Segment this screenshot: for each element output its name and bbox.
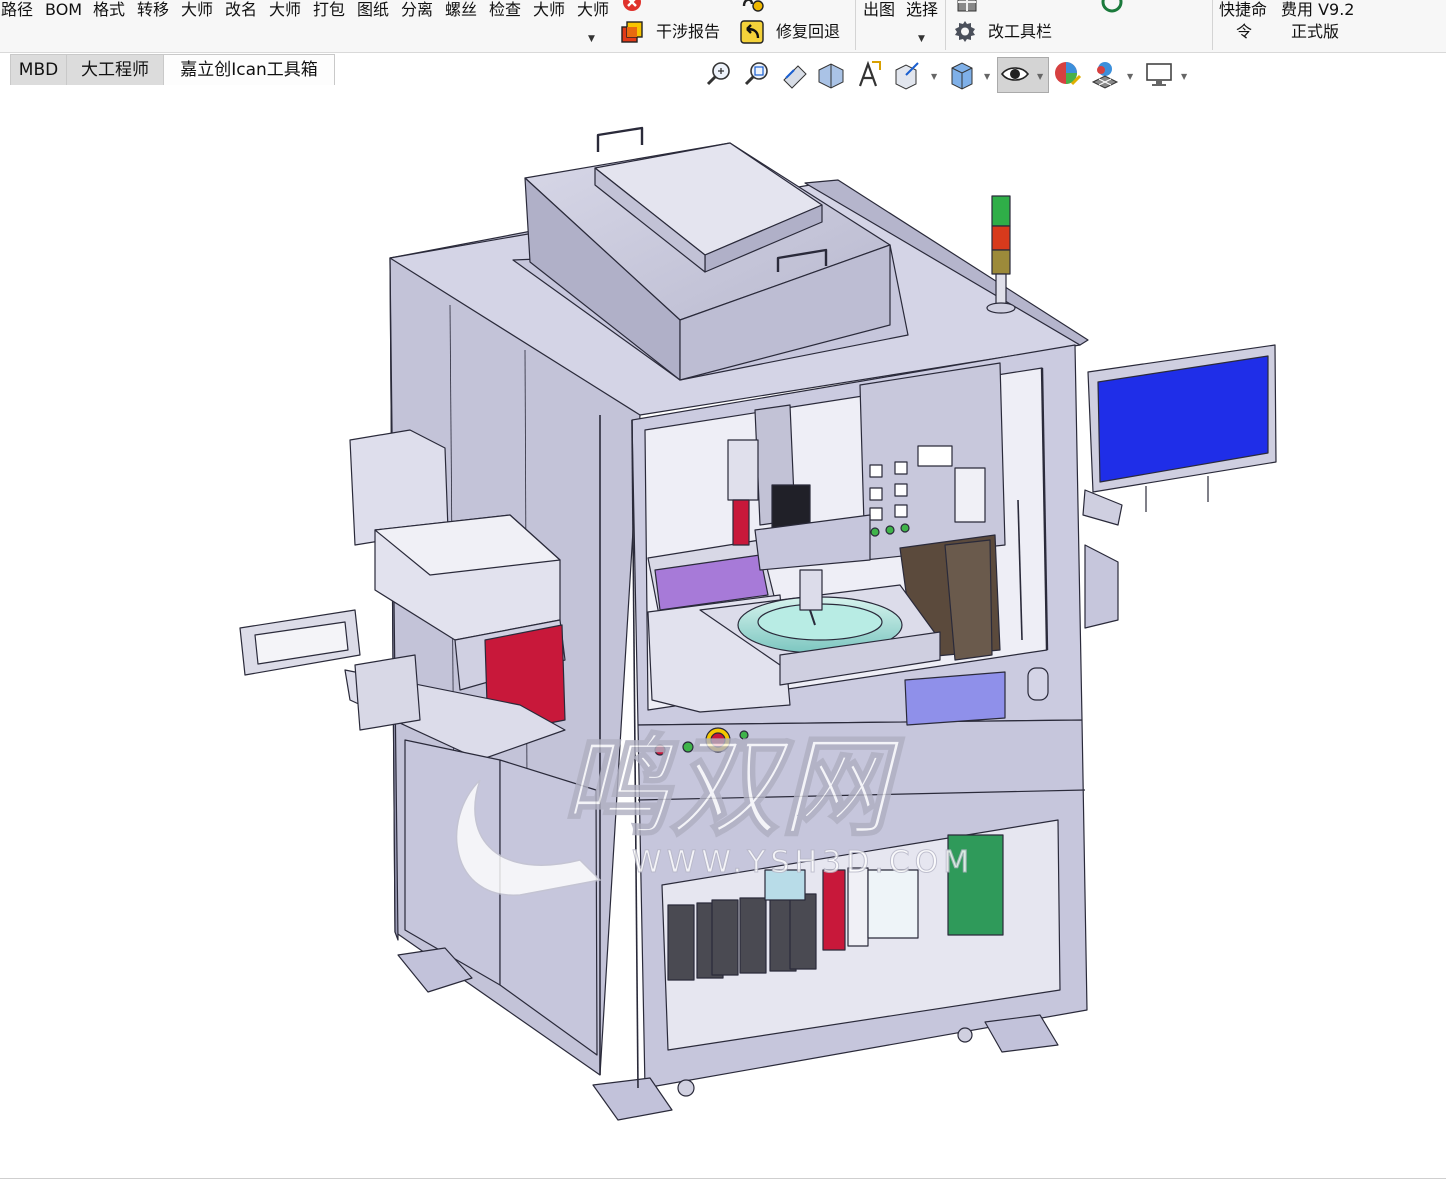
section-view-icon[interactable] bbox=[816, 58, 846, 90]
zoom-to-area-icon[interactable] bbox=[742, 58, 772, 90]
scene-caret[interactable]: ▼ bbox=[1127, 72, 1133, 81]
refresh-circle-icon[interactable] bbox=[1100, 0, 1124, 14]
tab-mbd[interactable]: MBD bbox=[10, 54, 67, 85]
repair-rollback-button[interactable]: 修复回退 bbox=[776, 23, 840, 41]
ribbon-cmd-13[interactable]: 大师 bbox=[577, 1, 609, 19]
ribbon-cmd-6[interactable]: 大师 bbox=[269, 1, 301, 19]
ribbon-cmd-12[interactable]: 大师 bbox=[533, 1, 565, 19]
edit-appearance-icon[interactable] bbox=[1052, 58, 1082, 90]
fee-version-line2[interactable]: 正式版 bbox=[1291, 23, 1339, 41]
hide-show-caret[interactable]: ▼ bbox=[1037, 72, 1043, 81]
shortcut-command-line2[interactable]: 令 bbox=[1236, 23, 1252, 41]
watermark-url: WWW.YSH3D.COM bbox=[632, 845, 974, 880]
interference-report-button[interactable]: 干涉报告 bbox=[656, 23, 720, 41]
ribbon-cmd-1[interactable]: BOM bbox=[45, 1, 82, 19]
zoom-to-fit-icon[interactable] bbox=[704, 58, 734, 90]
ribbon-cmd-7[interactable]: 打包 bbox=[313, 1, 345, 19]
tab-jlc-ican-toolbox[interactable]: 嘉立创Ican工具箱 bbox=[163, 54, 335, 85]
ribbon-cmd-11[interactable]: 检查 bbox=[489, 1, 521, 19]
hide-show-items-icon[interactable] bbox=[1000, 58, 1030, 90]
select-dropdown-caret[interactable]: ▼ bbox=[918, 34, 925, 44]
more-dropdown-caret[interactable]: ▼ bbox=[588, 34, 595, 44]
ribbon-cmd-9[interactable]: 分离 bbox=[401, 1, 433, 19]
ribbon-cmd-2[interactable]: 格式 bbox=[93, 1, 125, 19]
orientation-caret[interactable]: ▼ bbox=[931, 72, 937, 81]
view-settings-monitor-icon[interactable] bbox=[1144, 58, 1174, 90]
watermark-text: 鸣双网 bbox=[560, 723, 905, 851]
fee-version-line1[interactable]: 费用 V9.2 bbox=[1281, 1, 1354, 19]
signal-light-red bbox=[991, 225, 1011, 251]
shortcut-command-line1[interactable]: 快捷命 bbox=[1219, 1, 1267, 19]
ribbon-cmd-4[interactable]: 大师 bbox=[181, 1, 213, 19]
grid-icon[interactable] bbox=[955, 0, 979, 14]
tab-senior-engineer[interactable]: 大工程师 bbox=[66, 54, 164, 85]
display-style-caret[interactable]: ▼ bbox=[984, 72, 990, 81]
delete-icon[interactable] bbox=[620, 0, 644, 14]
ribbon-cmd-5[interactable]: 改名 bbox=[225, 1, 257, 19]
output-drawing-button[interactable]: 出图 bbox=[863, 1, 895, 19]
previous-view-icon[interactable] bbox=[780, 58, 810, 90]
ribbon-cmd-8[interactable]: 图纸 bbox=[357, 1, 389, 19]
apply-scene-icon[interactable] bbox=[1090, 58, 1120, 90]
modify-toolbar-button[interactable]: 改工具栏 bbox=[988, 23, 1052, 41]
undo-arrow-icon bbox=[740, 20, 764, 44]
display-style-icon[interactable] bbox=[948, 58, 978, 90]
ribbon-cmd-10[interactable]: 螺丝 bbox=[445, 1, 477, 19]
view-orientation-icon[interactable] bbox=[892, 58, 922, 90]
graphics-area[interactable]: 鸣双网 WWW.YSH3D.COM bbox=[0, 90, 1446, 1182]
gear-icon bbox=[955, 21, 975, 42]
signal-light-amber bbox=[991, 249, 1011, 275]
select-button[interactable]: 选择 bbox=[906, 1, 938, 19]
view-annotations-icon[interactable] bbox=[854, 58, 884, 90]
status-bar-divider bbox=[0, 1178, 1446, 1179]
ribbon-cmd-3[interactable]: 转移 bbox=[137, 1, 169, 19]
link-icon[interactable] bbox=[740, 0, 764, 14]
command-ribbon: 路径 BOM 格式 转移 大师 改名 大师 打包 图纸 分离 螺丝 检查 大师 大师 ▼ 干涉报告 修复回… bbox=[0, 0, 1446, 53]
ribbon-cmd-0[interactable]: 路径 bbox=[1, 1, 33, 19]
front-info-window bbox=[904, 671, 1006, 726]
signal-light-green bbox=[991, 195, 1011, 227]
machine-3d-model: 鸣双网 WWW.YSH3D.COM bbox=[239, 126, 1277, 1121]
interference-report-icon bbox=[621, 21, 643, 43]
view-settings-caret[interactable]: ▼ bbox=[1181, 72, 1187, 81]
